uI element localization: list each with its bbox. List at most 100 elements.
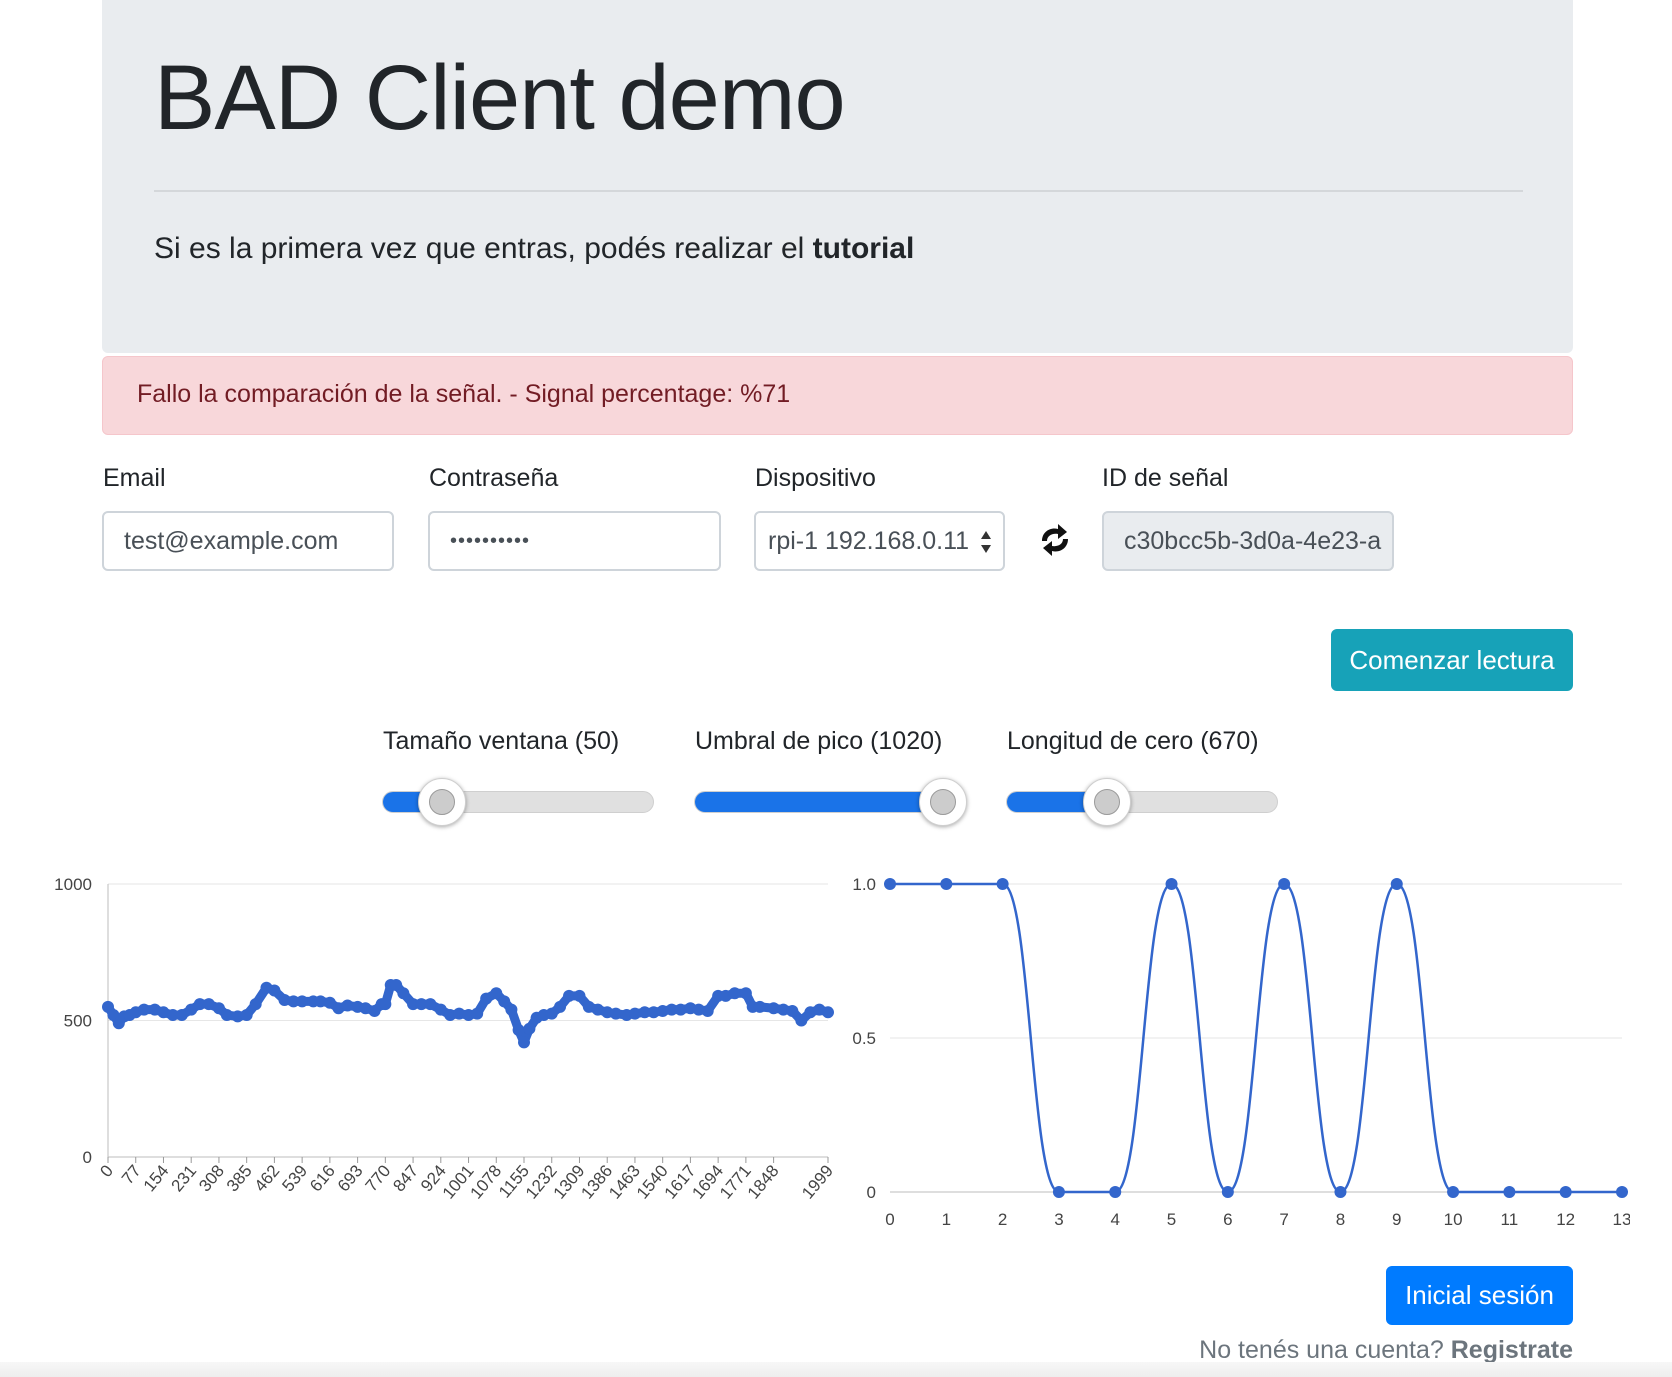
x-tick-label: 1694 <box>688 1161 727 1202</box>
register-question: No tenés una cuenta? <box>1199 1336 1451 1364</box>
select-arrows-icon <box>981 531 991 553</box>
signal-chart: 050010000 7715423130838546253961669377084… <box>54 875 837 1203</box>
x-tick-label: 6 <box>1223 1210 1232 1229</box>
signal-point <box>795 1014 808 1027</box>
signal-point <box>822 1006 834 1019</box>
y-tick-label: 0 <box>83 1148 92 1167</box>
signal-point <box>523 1022 536 1035</box>
signal-point <box>480 992 493 1005</box>
peaks-point <box>996 878 1009 890</box>
slider-fill <box>695 792 944 812</box>
signal-point <box>563 989 576 1002</box>
signal-point <box>518 1036 531 1049</box>
device-label: Dispositivo <box>755 464 876 492</box>
x-tick-label: 1232 <box>522 1161 561 1202</box>
signal-point <box>753 1000 766 1013</box>
x-tick-label: 770 <box>362 1161 395 1195</box>
signal-point <box>249 998 262 1011</box>
y-tick-label: 0.5 <box>852 1029 876 1048</box>
window-size-slider[interactable] <box>382 778 654 826</box>
email-field[interactable] <box>102 511 394 571</box>
signal-point <box>138 1003 151 1016</box>
x-tick-label: 308 <box>195 1161 228 1195</box>
x-tick-label: 2 <box>998 1210 1007 1229</box>
x-tick-label: 154 <box>140 1161 173 1195</box>
bottom-edge <box>0 1362 1672 1377</box>
register-prompt: No tenés una cuenta? Registrate <box>1199 1336 1573 1365</box>
window-size-label: Tamaño ventana (50) <box>383 727 620 755</box>
x-tick-label: 5 <box>1167 1210 1176 1229</box>
x-tick-label: 0 <box>885 1210 894 1229</box>
signal-point <box>786 1004 799 1017</box>
signal-id-value: c30bcc5b-3d0a-4e23-a <box>1124 526 1382 555</box>
register-link[interactable]: Registrate <box>1451 1336 1573 1364</box>
x-tick-label: 1999 <box>798 1161 837 1202</box>
x-tick-label: 10 <box>1444 1210 1463 1229</box>
zero-length-label: Longitud de cero (670) <box>1007 727 1259 755</box>
header-divider <box>154 190 1523 192</box>
peaks-point <box>940 878 953 890</box>
x-tick-label: 3 <box>1054 1210 1063 1229</box>
x-tick-label: 12 <box>1556 1210 1575 1229</box>
alert-message: Fallo la comparación de la señal. - Sign… <box>137 380 791 408</box>
peaks-point <box>1503 1186 1516 1198</box>
login-button[interactable]: Inicial sesión <box>1386 1266 1573 1325</box>
tutorial-link[interactable]: tutorial <box>813 232 915 265</box>
signal-id-label: ID de señal <box>1102 464 1229 492</box>
y-tick-label: 0 <box>867 1183 876 1202</box>
device-select[interactable]: rpi-1 192.168.0.11 <box>754 511 1005 571</box>
x-tick-label: 13 <box>1613 1210 1630 1229</box>
x-tick-label: 1386 <box>577 1161 616 1202</box>
x-tick-label: 1463 <box>605 1161 644 1202</box>
password-field[interactable]: •••••••••• <box>428 511 721 571</box>
signal-point <box>268 984 281 997</box>
signal-point <box>379 998 392 1011</box>
signal-point <box>341 999 354 1012</box>
peaks-point <box>1390 878 1403 890</box>
signal-point <box>397 987 410 1000</box>
signal-point <box>573 989 586 1002</box>
start-reading-button[interactable]: Comenzar lectura <box>1331 629 1573 691</box>
x-tick-label: 847 <box>389 1161 422 1195</box>
x-tick-label: 1848 <box>744 1161 783 1202</box>
signal-point <box>220 1009 233 1022</box>
peaks-point <box>1334 1186 1347 1198</box>
signal-point <box>471 1007 484 1020</box>
zero-length-slider[interactable] <box>1006 778 1278 826</box>
x-tick-label: 1540 <box>633 1161 672 1202</box>
peaks-point <box>1278 878 1291 890</box>
x-tick-label: 9 <box>1392 1210 1401 1229</box>
slider-thumb[interactable] <box>418 778 467 826</box>
x-tick-label: 693 <box>334 1161 367 1195</box>
lead-text: Si es la primera vez que entras, podés r… <box>154 232 813 265</box>
x-tick-label: 11 <box>1501 1210 1519 1229</box>
peaks-point <box>1447 1186 1460 1198</box>
x-tick-label: 385 <box>223 1161 256 1195</box>
x-tick-label: 1617 <box>661 1161 700 1202</box>
signal-id-field[interactable]: c30bcc5b-3d0a-4e23-a <box>1102 511 1394 571</box>
refresh-icon[interactable] <box>1036 521 1074 559</box>
slider-thumb[interactable] <box>1082 778 1131 826</box>
password-input[interactable]: •••••••••• <box>450 530 530 553</box>
slider-thumb[interactable] <box>919 778 968 826</box>
email-input[interactable] <box>124 526 372 556</box>
x-tick-label: 1771 <box>716 1161 755 1202</box>
y-tick-label: 1000 <box>54 875 92 894</box>
signal-point <box>609 1007 622 1020</box>
x-tick-label: 7 <box>1279 1210 1288 1229</box>
device-selected-value: rpi-1 192.168.0.11 <box>768 526 970 555</box>
x-tick-label: 0 <box>96 1161 117 1180</box>
x-tick-label: 1078 <box>466 1161 505 1202</box>
x-tick-label: 1 <box>942 1210 951 1229</box>
peak-threshold-slider[interactable] <box>694 778 968 826</box>
peaks-point <box>1616 1186 1628 1198</box>
x-tick-label: 616 <box>306 1161 339 1195</box>
x-tick-label: 8 <box>1336 1210 1345 1229</box>
x-tick-label: 4 <box>1110 1210 1119 1229</box>
peaks-point <box>1052 1186 1065 1198</box>
signal-point <box>505 1003 518 1016</box>
y-tick-label: 1.0 <box>852 875 876 894</box>
signal-point <box>728 987 741 1000</box>
peaks-point <box>1165 878 1178 890</box>
signal-point <box>240 1009 253 1022</box>
